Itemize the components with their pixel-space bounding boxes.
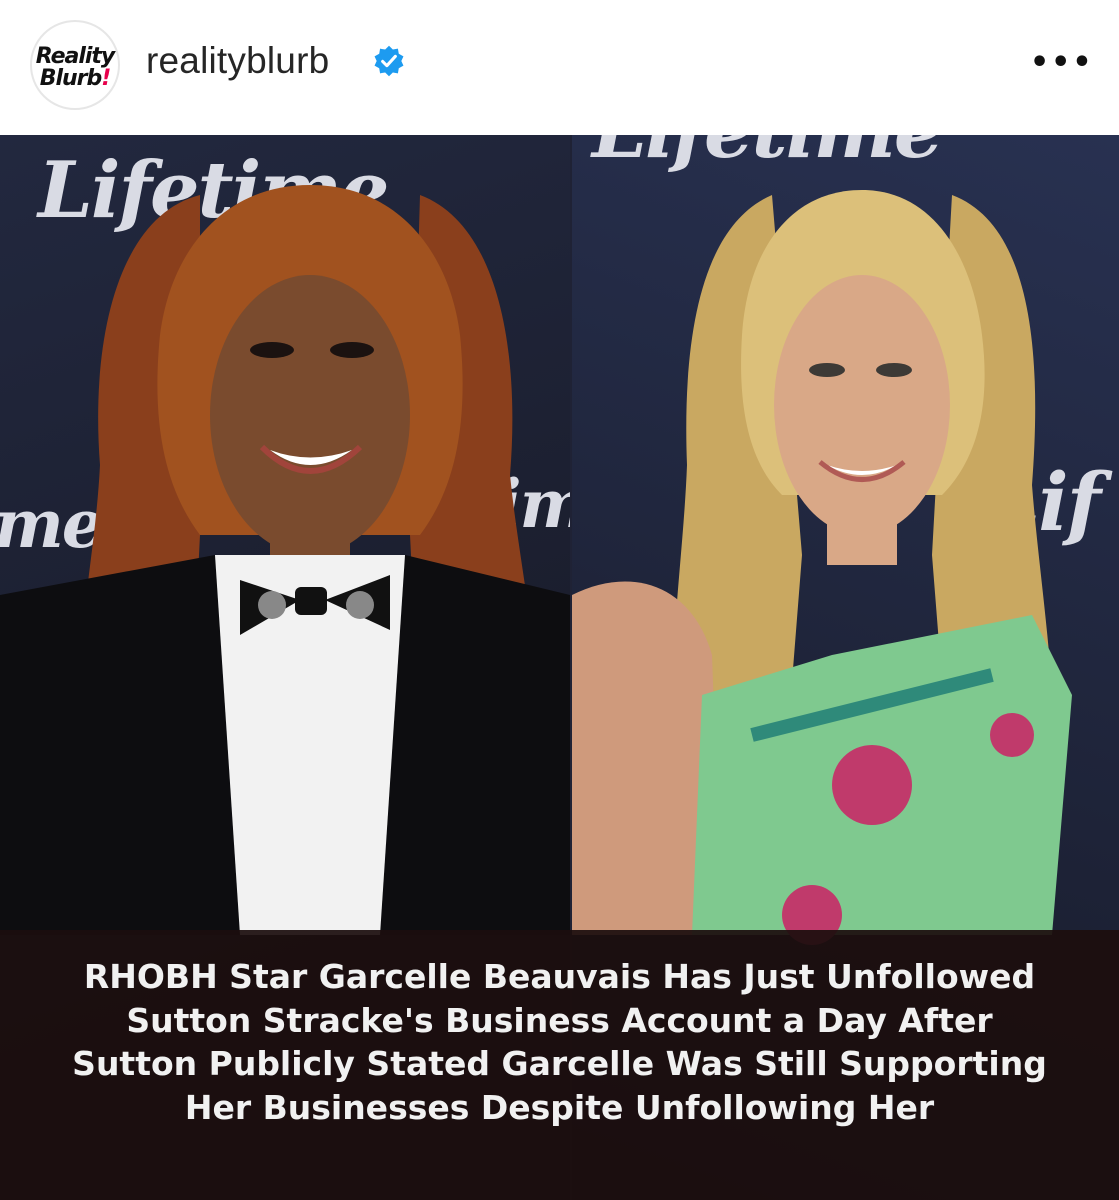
avatar-logo-line2: Blurb!	[39, 66, 112, 91]
verified-badge-icon	[374, 45, 404, 77]
post-header: Reality Blurb! realityblurb •••	[0, 0, 1119, 135]
post-image[interactable]: Lifetime me time Lifetime Lif	[0, 135, 1119, 1200]
avatar[interactable]: Reality Blurb!	[30, 20, 120, 110]
more-options-icon[interactable]: •••	[1030, 45, 1092, 80]
headline-caption: RHOBH Star Garcelle Beauvais Has Just Un…	[72, 957, 1047, 1127]
username[interactable]: realityblurb	[146, 40, 329, 82]
